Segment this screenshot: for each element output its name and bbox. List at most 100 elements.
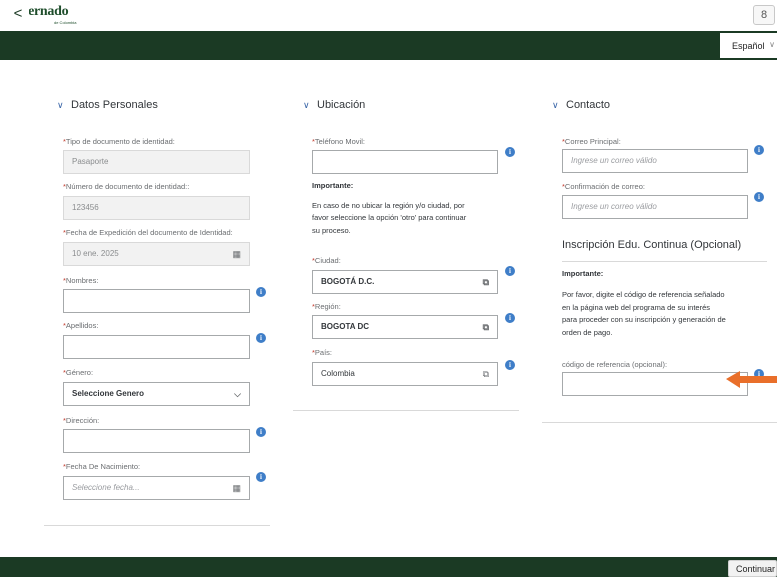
doc-type-field: Pasaporte bbox=[63, 150, 250, 174]
section-header-contact[interactable]: ∨ Contacto bbox=[552, 99, 610, 111]
important-line: su proceso. bbox=[312, 226, 351, 235]
doc-type-label: *Tipo de documento de identidad: bbox=[63, 137, 175, 146]
doc-number-label: *Número de documento de identidad:: bbox=[63, 182, 189, 191]
field-value: Seleccione Genero bbox=[72, 389, 145, 398]
field-placeholder: Seleccione fecha... bbox=[72, 483, 140, 492]
brand-logo-sub: de Colombia bbox=[54, 20, 77, 25]
section-divider bbox=[293, 410, 519, 411]
label-text: Región: bbox=[314, 302, 341, 311]
value-help-icon[interactable]: ⧉ bbox=[483, 271, 489, 293]
important-line: para proceder con su inscripción y gener… bbox=[562, 315, 726, 324]
region-input[interactable]: BOGOTA DC ⧉ bbox=[312, 315, 498, 339]
section-header-location[interactable]: ∨ Ubicación bbox=[303, 99, 365, 111]
field-placeholder: Ingrese un correo válido bbox=[571, 202, 657, 211]
main-email-label: *Correo Principal: bbox=[562, 137, 621, 146]
field-value: BOGOTÁ D.C. bbox=[321, 277, 375, 286]
label-text: Fecha de Expedición del documento de Ide… bbox=[65, 228, 233, 237]
value-help-icon[interactable]: ⧉ bbox=[483, 316, 489, 338]
label-text: Ciudad: bbox=[314, 256, 341, 265]
label-text: Género: bbox=[65, 368, 94, 377]
annotation-arrow-head bbox=[726, 371, 740, 388]
country-label: *País: bbox=[312, 348, 332, 357]
main-email-input[interactable]: Ingrese un correo válido bbox=[562, 149, 748, 173]
city-input[interactable]: BOGOTÁ D.C. ⧉ bbox=[312, 270, 498, 294]
important-heading: Importante: bbox=[562, 269, 604, 278]
label-text: Fecha De Nacimiento: bbox=[65, 462, 141, 471]
info-icon[interactable]: i bbox=[256, 333, 266, 343]
label-text: Tipo de documento de identidad: bbox=[65, 137, 175, 146]
field-value: 10 ene. 2025 bbox=[72, 249, 119, 258]
value-help-icon[interactable]: ⧉ bbox=[483, 363, 489, 385]
label-text: Correo Principal: bbox=[564, 137, 621, 146]
section-title: Datos Personales bbox=[71, 99, 158, 111]
info-icon[interactable]: i bbox=[256, 427, 266, 437]
field-value: Colombia bbox=[321, 369, 355, 378]
label-text: País: bbox=[314, 348, 333, 357]
subsection-divider bbox=[562, 261, 767, 262]
info-icon[interactable]: i bbox=[505, 313, 515, 323]
gender-select[interactable]: Seleccione Genero ⌵ bbox=[63, 382, 250, 406]
reference-code-label: código de referencia (opcional): bbox=[562, 360, 668, 369]
chevron-down-icon: ⌵ bbox=[234, 389, 241, 399]
info-icon[interactable]: i bbox=[505, 147, 515, 157]
label-text: Número de documento de identidad:: bbox=[65, 182, 190, 191]
chevron-down-icon: ∨ bbox=[303, 100, 310, 110]
chevron-down-icon: ∨ bbox=[552, 100, 559, 110]
info-icon[interactable]: i bbox=[505, 360, 515, 370]
first-names-input[interactable] bbox=[63, 289, 250, 313]
birth-date-label: *Fecha De Nacimiento: bbox=[63, 462, 140, 471]
info-icon[interactable]: i bbox=[256, 472, 266, 482]
chevron-down-icon: ∨ bbox=[57, 100, 64, 110]
footer-bar bbox=[0, 557, 777, 577]
important-line: Por favor, digite el código de referenci… bbox=[562, 290, 725, 299]
label-text: Apellidos: bbox=[65, 321, 99, 330]
calendar-icon: ▦ bbox=[232, 483, 241, 493]
info-icon[interactable]: i bbox=[754, 192, 764, 202]
country-input[interactable]: Colombia ⧉ bbox=[312, 362, 498, 386]
birth-date-picker[interactable]: Seleccione fecha... ▦ bbox=[63, 476, 250, 500]
continuing-education-title: Inscripción Edu. Continua (Opcional) bbox=[562, 239, 742, 251]
mobile-phone-input[interactable] bbox=[312, 150, 498, 174]
email-confirm-input[interactable]: Ingrese un correo válido bbox=[562, 195, 748, 219]
important-line: en la página web del programa de su inte… bbox=[562, 303, 711, 312]
field-value: BOGOTA DC bbox=[321, 322, 369, 331]
section-header-personal[interactable]: ∨ Datos Personales bbox=[57, 99, 158, 111]
field-value: 123456 bbox=[72, 203, 99, 212]
label-text: Nombres: bbox=[65, 276, 99, 285]
last-names-input[interactable] bbox=[63, 335, 250, 359]
section-divider bbox=[542, 422, 777, 423]
label-text: Teléfono Movil: bbox=[314, 137, 365, 146]
important-line: En caso de no ubicar la región y/o ciuda… bbox=[312, 201, 465, 210]
mobile-phone-label: *Teléfono Movil: bbox=[312, 137, 365, 146]
language-select[interactable]: Español ∨ bbox=[720, 33, 777, 58]
important-line: favor seleccione la opción 'otro' para c… bbox=[312, 213, 467, 222]
info-icon[interactable]: i bbox=[505, 266, 515, 276]
info-icon[interactable]: i bbox=[256, 287, 266, 297]
important-heading: Importante: bbox=[312, 181, 354, 190]
last-names-label: *Apellidos: bbox=[63, 321, 98, 330]
city-label: *Ciudad: bbox=[312, 256, 341, 265]
page-title: Datos Personales bbox=[350, 9, 427, 19]
gender-label: *Género: bbox=[63, 368, 93, 377]
address-input[interactable] bbox=[63, 429, 250, 453]
field-placeholder: Ingrese un correo válido bbox=[571, 156, 657, 165]
chevron-down-icon: ∨ bbox=[769, 40, 775, 49]
continue-button[interactable]: Continuar bbox=[728, 560, 777, 577]
important-line: orden de pago. bbox=[562, 328, 613, 337]
section-divider bbox=[44, 525, 270, 526]
email-confirm-label: *Confirmación de correo: bbox=[562, 182, 645, 191]
label-text: Dirección: bbox=[65, 416, 100, 425]
field-value: Pasaporte bbox=[72, 157, 109, 166]
doc-number-field: 123456 bbox=[63, 196, 250, 220]
info-icon[interactable]: i bbox=[754, 145, 764, 155]
label-text: Confirmación de correo: bbox=[564, 182, 645, 191]
navigation-bar bbox=[0, 31, 777, 60]
expedition-date-label: *Fecha de Expedición del documento de Id… bbox=[63, 228, 233, 237]
region-label: *Región: bbox=[312, 302, 341, 311]
language-value: Español bbox=[732, 41, 765, 51]
calendar-icon: ▦ bbox=[232, 249, 241, 259]
annotation-arrow-shaft bbox=[738, 376, 777, 383]
section-title: Ubicación bbox=[317, 99, 366, 111]
reference-code-input[interactable] bbox=[562, 372, 748, 396]
section-title: Contacto bbox=[566, 99, 611, 111]
